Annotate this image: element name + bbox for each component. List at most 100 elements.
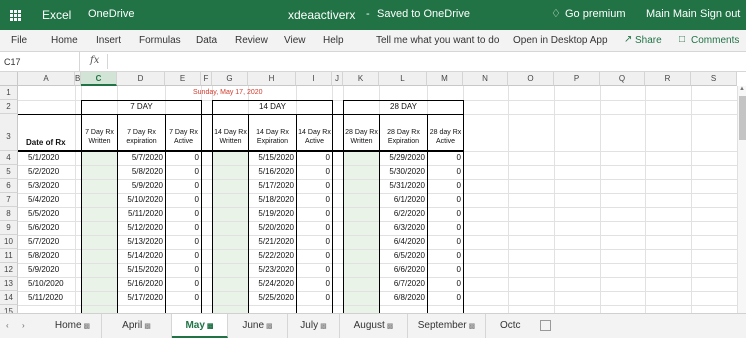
- name-box[interactable]: C17: [0, 52, 80, 71]
- cell-act14[interactable]: 0: [297, 167, 330, 176]
- cell-exp7[interactable]: 5/17/2020: [118, 293, 163, 302]
- cell-act7[interactable]: 0: [166, 181, 199, 190]
- cell-act28[interactable]: 0: [428, 153, 461, 162]
- col-header-s[interactable]: S: [691, 72, 737, 86]
- cell-act7[interactable]: 0: [166, 251, 199, 260]
- share-button[interactable]: Share: [635, 35, 662, 46]
- col-header-a[interactable]: A: [18, 72, 75, 86]
- cell-exp14[interactable]: 5/19/2020: [249, 209, 294, 218]
- cell-act14[interactable]: 0: [297, 251, 330, 260]
- add-sheet-icon[interactable]: [540, 320, 551, 331]
- cell-exp7[interactable]: 5/12/2020: [118, 223, 163, 232]
- cell-act7[interactable]: 0: [166, 279, 199, 288]
- row-header-4[interactable]: 4: [0, 151, 18, 165]
- cell-act28[interactable]: 0: [428, 251, 461, 260]
- cell-exp28[interactable]: 6/7/2020: [380, 279, 425, 288]
- file-name[interactable]: xdeaactiverx: [288, 8, 355, 22]
- cell-act14[interactable]: 0: [297, 265, 330, 274]
- col-header-p[interactable]: P: [554, 72, 600, 86]
- cell-exp14[interactable]: 5/25/2020: [249, 293, 294, 302]
- menu-help[interactable]: Help: [323, 35, 344, 46]
- cell-act7[interactable]: 0: [166, 223, 199, 232]
- cell-exp7[interactable]: 5/15/2020: [118, 265, 163, 274]
- cell-act28[interactable]: 0: [428, 209, 461, 218]
- tab-september[interactable]: September ▩: [408, 314, 486, 338]
- row-header-15[interactable]: 15: [0, 305, 18, 313]
- row-header-5[interactable]: 5: [0, 165, 18, 179]
- col-header-h[interactable]: H: [248, 72, 296, 86]
- cell-exp7[interactable]: 5/7/2020: [118, 153, 163, 162]
- tab-july[interactable]: July ▩: [288, 314, 340, 338]
- cell-act7[interactable]: 0: [166, 237, 199, 246]
- cell-date[interactable]: 5/9/2020: [28, 265, 59, 274]
- cell-exp7[interactable]: 5/13/2020: [118, 237, 163, 246]
- row-header-7[interactable]: 7: [0, 193, 18, 207]
- cell-exp28[interactable]: 5/29/2020: [380, 153, 425, 162]
- col-header-m[interactable]: M: [427, 72, 463, 86]
- row-header-6[interactable]: 6: [0, 179, 18, 193]
- col-header-n[interactable]: N: [463, 72, 508, 86]
- cell-act7[interactable]: 0: [166, 167, 199, 176]
- row-header-1[interactable]: 1: [0, 86, 18, 100]
- row-header-14[interactable]: 14: [0, 291, 18, 305]
- cell-exp28[interactable]: 6/1/2020: [380, 195, 425, 204]
- menu-home[interactable]: Home: [51, 35, 78, 46]
- cell-exp28[interactable]: 6/2/2020: [380, 209, 425, 218]
- cell-date[interactable]: 5/11/2020: [28, 293, 63, 302]
- cell-act28[interactable]: 0: [428, 195, 461, 204]
- scroll-up-icon[interactable]: ▲: [739, 86, 745, 92]
- menu-formulas[interactable]: Formulas: [139, 35, 181, 46]
- cell-exp14[interactable]: 5/16/2020: [249, 167, 294, 176]
- cell-date[interactable]: 5/10/2020: [28, 279, 64, 288]
- cell-exp28[interactable]: 5/31/2020: [380, 181, 425, 190]
- cell-exp7[interactable]: 5/10/2020: [118, 195, 163, 204]
- cell-act28[interactable]: 0: [428, 293, 461, 302]
- spreadsheet-grid[interactable]: A B C D E F G H I J K L M N O P Q R S 1 …: [0, 72, 746, 313]
- cell-act14[interactable]: 0: [297, 195, 330, 204]
- cell-exp28[interactable]: 6/4/2020: [380, 237, 425, 246]
- cell-exp28[interactable]: 6/6/2020: [380, 265, 425, 274]
- col-header-c[interactable]: C: [81, 72, 117, 86]
- go-premium-link[interactable]: Go premium: [565, 8, 626, 20]
- cell-date[interactable]: 5/3/2020: [28, 181, 59, 190]
- cell-date[interactable]: 5/1/2020: [28, 153, 59, 162]
- menu-view[interactable]: View: [284, 35, 306, 46]
- cell-act14[interactable]: 0: [297, 237, 330, 246]
- row-header-13[interactable]: 13: [0, 277, 18, 291]
- cell-exp14[interactable]: 5/21/2020: [249, 237, 294, 246]
- cell-act28[interactable]: 0: [428, 265, 461, 274]
- cell-exp7[interactable]: 5/14/2020: [118, 251, 163, 260]
- tab-august[interactable]: August ▩: [340, 314, 408, 338]
- cell-act14[interactable]: 0: [297, 293, 330, 302]
- cell-exp7[interactable]: 5/8/2020: [118, 167, 163, 176]
- scrollbar-thumb[interactable]: [739, 96, 746, 140]
- cell-act14[interactable]: 0: [297, 209, 330, 218]
- tab-may[interactable]: May ▩: [172, 314, 228, 338]
- vertical-scrollbar[interactable]: ▲: [737, 86, 746, 313]
- cell-date[interactable]: 5/5/2020: [28, 209, 59, 218]
- cell-exp7[interactable]: 5/11/2020: [118, 209, 163, 218]
- cell-exp14[interactable]: 5/20/2020: [249, 223, 294, 232]
- tab-scroll-left-icon[interactable]: ‹: [6, 321, 9, 330]
- cell-exp7[interactable]: 5/9/2020: [118, 181, 163, 190]
- cell-exp14[interactable]: 5/15/2020: [249, 153, 294, 162]
- col-header-i[interactable]: I: [296, 72, 332, 86]
- row-header-3[interactable]: 3: [0, 114, 18, 151]
- tell-me-search[interactable]: Tell me what you want to do: [376, 35, 499, 46]
- tab-april[interactable]: April ▩: [102, 314, 172, 338]
- cell-exp14[interactable]: 5/18/2020: [249, 195, 294, 204]
- cell-exp28[interactable]: 5/30/2020: [380, 167, 425, 176]
- user-name[interactable]: Main Main: [646, 8, 697, 20]
- tab-home[interactable]: Home ▩: [44, 314, 102, 338]
- cell-act7[interactable]: 0: [166, 209, 199, 218]
- cell-act7[interactable]: 0: [166, 265, 199, 274]
- col-header-j[interactable]: J: [332, 72, 343, 86]
- col-header-g[interactable]: G: [212, 72, 248, 86]
- row-header-10[interactable]: 10: [0, 235, 18, 249]
- cell-act14[interactable]: 0: [297, 279, 330, 288]
- menu-review[interactable]: Review: [235, 35, 268, 46]
- cell-act28[interactable]: 0: [428, 237, 461, 246]
- cell-act7[interactable]: 0: [166, 195, 199, 204]
- col-header-q[interactable]: Q: [600, 72, 645, 86]
- cell-act14[interactable]: 0: [297, 223, 330, 232]
